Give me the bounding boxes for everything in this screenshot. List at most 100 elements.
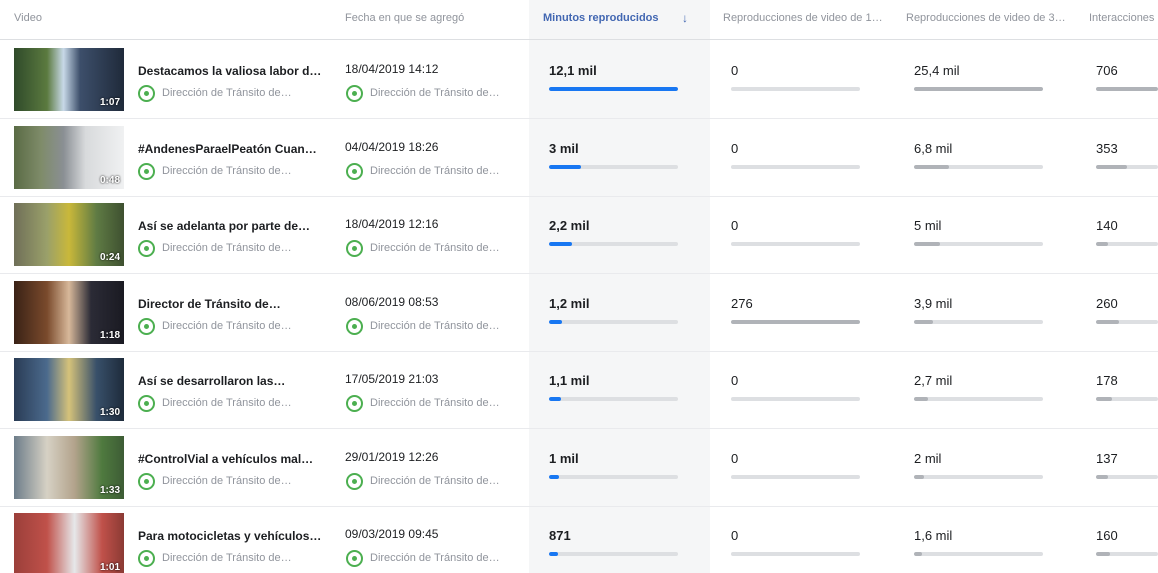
date-added: 04/04/2019 18:26 <box>345 139 439 154</box>
interactions-bar-fill <box>1096 87 1158 91</box>
minutes-played-bar-fill <box>549 87 678 91</box>
table-row[interactable]: 0:24 Así se adelanta por parte de… Direc… <box>0 196 1158 274</box>
table-row[interactable]: 0:48 #AndenesParaelPeatón Cuan… Direcció… <box>0 119 1158 197</box>
page-name: Dirección de Tránsito de… <box>370 552 500 564</box>
interactions-bar <box>1096 397 1158 401</box>
interactions-bar-fill <box>1096 319 1119 324</box>
column-header-date-added[interactable]: Fecha en que se agregó <box>345 12 515 24</box>
minutes-played-bar-fill <box>549 164 581 169</box>
minutes-played-value: 1 mil <box>549 450 579 466</box>
minutes-played-bar-fill <box>549 552 558 556</box>
video-thumbnail[interactable]: 0:24 <box>14 203 124 266</box>
views-1-bar <box>731 319 860 324</box>
column-header-views-3[interactable]: Reproducciones de video de 3… <box>906 12 1074 24</box>
video-duration: 1:01 <box>99 562 120 573</box>
video-thumbnail[interactable]: 1:33 <box>14 435 124 499</box>
minutes-played-value: 2,2 mil <box>549 218 590 233</box>
video-title[interactable]: Destacamos la valiosa labor d… <box>138 64 328 78</box>
interactions-value: 178 <box>1096 373 1118 388</box>
date-added: 29/01/2019 12:26 <box>345 449 439 464</box>
page-logo-icon <box>138 395 155 412</box>
column-header-minutes-played[interactable]: Minutos reproducidos <box>543 12 673 24</box>
page-name: Dirección de Tránsito de… <box>162 552 292 564</box>
views-1-value: 0 <box>731 218 739 233</box>
page-name: Dirección de Tránsito de… <box>162 164 292 177</box>
video-title[interactable]: #AndenesParaelPeatón Cuan… <box>138 142 328 156</box>
video-title[interactable]: Así se adelanta por parte de… <box>138 219 328 233</box>
page-logo-icon <box>346 85 363 102</box>
video-thumbnail[interactable]: 1:30 <box>14 358 124 421</box>
date-added: 08/06/2019 08:53 <box>345 294 439 309</box>
views-1-bar-fill <box>731 319 860 324</box>
video-thumbnail[interactable]: 1:01 <box>14 513 124 573</box>
interactions-bar <box>1096 87 1158 91</box>
table-row[interactable]: 1:07 Destacamos la valiosa labor d… Dire… <box>0 41 1158 119</box>
views-1-bar <box>731 397 860 401</box>
views-1-value: 0 <box>731 373 739 388</box>
table-row[interactable]: 1:30 Así se desarrollaron las… Dirección… <box>0 351 1158 429</box>
interactions-bar <box>1096 552 1158 556</box>
minutes-played-bar-fill <box>549 397 561 401</box>
page-logo-icon <box>346 240 363 257</box>
views-3-value: 1,6 mil <box>914 528 953 543</box>
page-name: Dirección de Tránsito de… <box>370 87 500 99</box>
date-added: 18/04/2019 14:12 <box>345 62 439 76</box>
video-duration: 1:33 <box>99 484 120 496</box>
views-3-bar <box>914 164 1043 169</box>
page-name: Dirección de Tránsito de… <box>370 164 500 177</box>
minutes-played-value: 3 mil <box>549 140 579 156</box>
video-thumbnail[interactable]: 1:07 <box>14 48 124 111</box>
interactions-bar-fill <box>1096 164 1127 169</box>
table-row[interactable]: 1:18 Director de Tránsito de… Dirección … <box>0 274 1158 352</box>
minutes-played-bar <box>549 164 678 169</box>
video-title[interactable]: Director de Tránsito de… <box>138 297 328 311</box>
page-name: Dirección de Tránsito de… <box>162 397 292 409</box>
minutes-played-value: 12,1 mil <box>549 63 597 78</box>
views-3-bar-fill <box>914 87 1043 91</box>
page-logo-icon <box>346 395 363 412</box>
page-name: Dirección de Tránsito de… <box>162 87 292 99</box>
interactions-value: 260 <box>1096 295 1118 311</box>
page-name: Dirección de Tránsito de… <box>162 319 292 332</box>
column-header-views-1[interactable]: Reproducciones de video de 1… <box>723 12 891 24</box>
video-duration: 1:07 <box>99 97 120 108</box>
date-added: 09/03/2019 09:45 <box>345 527 439 541</box>
interactions-bar <box>1096 164 1158 169</box>
arrow-down-icon[interactable]: ↓ <box>682 11 688 25</box>
page-logo-icon <box>138 240 155 257</box>
views-3-value: 2 mil <box>914 450 942 466</box>
date-added: 17/05/2019 21:03 <box>345 372 439 386</box>
views-3-bar <box>914 474 1043 479</box>
interactions-bar <box>1096 474 1158 479</box>
table-row[interactable]: 1:01 Para motocicletas y vehículos… Dire… <box>0 506 1158 573</box>
page-name: Dirección de Tránsito de… <box>370 397 500 409</box>
table-row[interactable]: 1:33 #ControlVial a vehículos mal… Direc… <box>0 429 1158 507</box>
views-3-bar <box>914 552 1043 556</box>
interactions-bar-fill <box>1096 242 1108 246</box>
views-1-bar <box>731 552 860 556</box>
page-logo-icon <box>346 317 363 335</box>
video-duration: 1:18 <box>99 329 120 341</box>
views-1-bar <box>731 87 860 91</box>
minutes-played-bar-fill <box>549 474 559 479</box>
page-logo-icon <box>346 550 363 567</box>
video-thumbnail[interactable]: 1:18 <box>14 280 124 344</box>
interactions-bar <box>1096 319 1158 324</box>
video-title[interactable]: Así se desarrollaron las… <box>138 374 328 388</box>
minutes-played-bar <box>549 319 678 324</box>
column-header-video[interactable]: Video <box>14 12 134 24</box>
page-logo-icon <box>138 472 155 490</box>
views-3-value: 2,7 mil <box>914 373 953 388</box>
page-logo-icon <box>138 85 155 102</box>
video-title[interactable]: #ControlVial a vehículos mal… <box>138 452 328 466</box>
interactions-value: 137 <box>1096 450 1118 466</box>
views-3-value: 3,9 mil <box>914 295 953 311</box>
views-3-value: 25,4 mil <box>914 63 960 78</box>
interactions-value: 706 <box>1096 63 1118 78</box>
video-performance-table: Video Fecha en que se agregó Minutos rep… <box>0 0 1158 573</box>
minutes-played-bar <box>549 474 678 479</box>
column-header-interactions[interactable]: Interacciones <box>1089 12 1158 24</box>
video-title[interactable]: Para motocicletas y vehículos… <box>138 529 328 543</box>
minutes-played-bar <box>549 87 678 91</box>
video-thumbnail[interactable]: 0:48 <box>14 125 124 189</box>
